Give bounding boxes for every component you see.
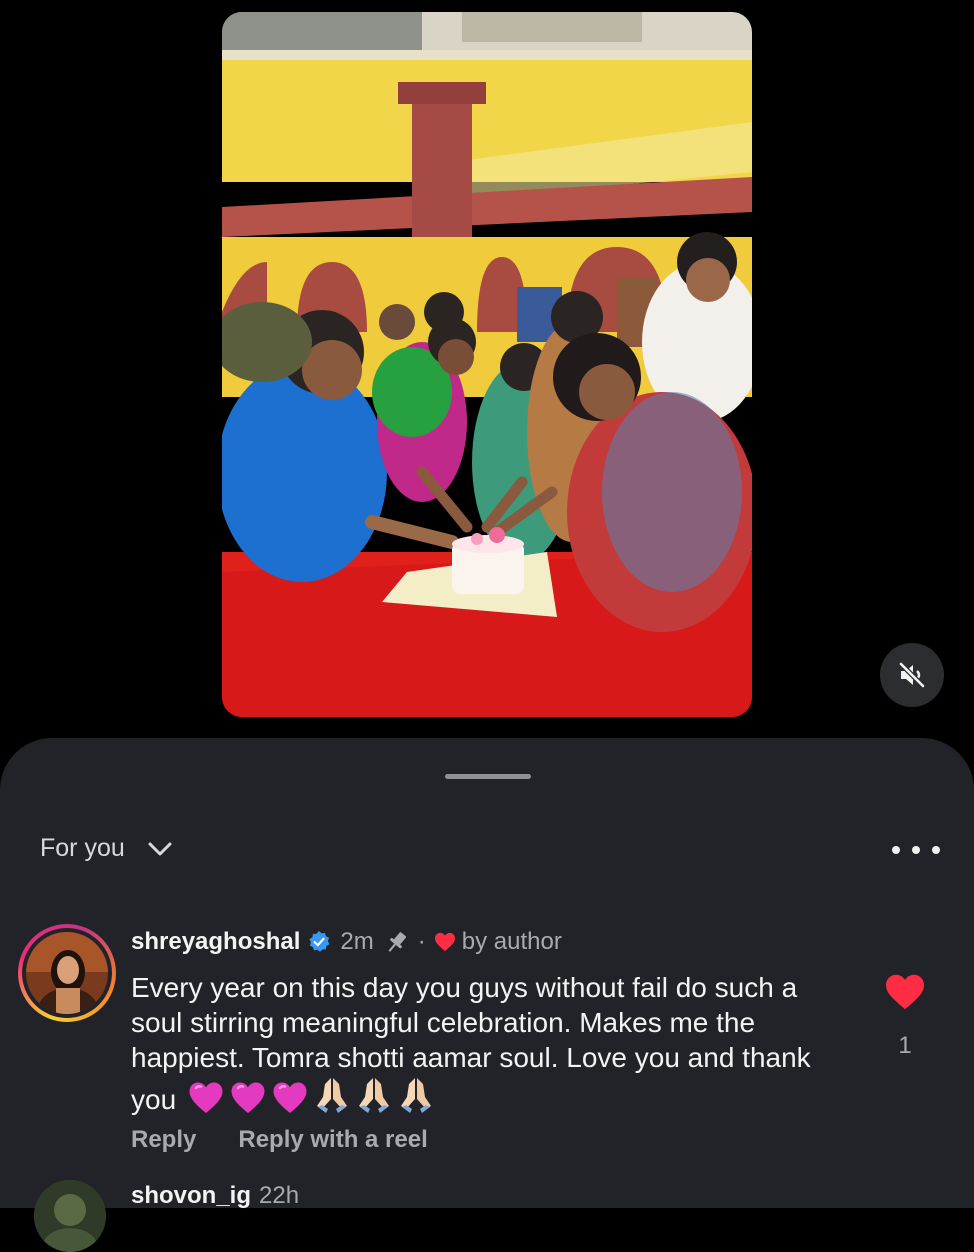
comment-username[interactable]: shovon_ig: [131, 1182, 251, 1209]
avatar-image: [26, 932, 108, 1014]
pin-icon: [384, 929, 410, 955]
verified-badge-icon: [307, 930, 331, 954]
comment-time: 22h: [259, 1182, 300, 1209]
liked-by-author-label: by author: [461, 928, 562, 955]
more-dot: [932, 846, 940, 854]
separator-dot: ·: [417, 928, 426, 955]
comment-actions: Reply Reply with a reel: [131, 1126, 428, 1154]
chevron-down-icon: [147, 841, 173, 857]
mute-button[interactable]: [880, 643, 944, 707]
reply-button[interactable]: Reply: [131, 1126, 196, 1154]
video-frame-image: [222, 12, 752, 717]
drag-handle[interactable]: [445, 774, 531, 779]
avatar-image: [34, 1180, 106, 1252]
comment-filter-dropdown[interactable]: For you: [40, 834, 173, 863]
folded-hands-icon: [401, 1078, 432, 1113]
comment-header: shreyaghoshal 2m · by author: [131, 928, 562, 956]
avatar[interactable]: [18, 924, 116, 1022]
comment-text: Every year on this day you guys without …: [131, 970, 851, 1117]
reply-with-reel-button[interactable]: Reply with a reel: [238, 1126, 427, 1154]
more-dot: [912, 846, 920, 854]
filter-label: For you: [40, 834, 125, 862]
avatar[interactable]: [34, 1180, 106, 1252]
comment-time: 2m: [340, 928, 374, 955]
heart-icon: [434, 932, 456, 952]
heart-filled-icon: [886, 974, 924, 1010]
like-button[interactable]: [884, 973, 926, 1013]
comments-sheet: For you shreyaghoshal 2m · by author Eve…: [0, 738, 974, 1252]
folded-hands-icon: [359, 1078, 390, 1113]
more-horizontal-icon: [892, 846, 900, 854]
more-options-button[interactable]: [892, 838, 940, 862]
reel-video[interactable]: [222, 12, 752, 717]
emoji-group: [188, 1075, 440, 1115]
speaker-muted-icon: [899, 662, 925, 688]
comment-header: shovon_ig 22h: [131, 1182, 299, 1210]
comment-username[interactable]: shreyaghoshal: [131, 928, 300, 956]
pink-heart-icon: [273, 1082, 307, 1113]
pink-heart-icon: [231, 1082, 265, 1113]
like-count: 1: [898, 1032, 912, 1059]
folded-hands-icon: [317, 1078, 348, 1113]
pink-heart-icon: [189, 1082, 223, 1113]
